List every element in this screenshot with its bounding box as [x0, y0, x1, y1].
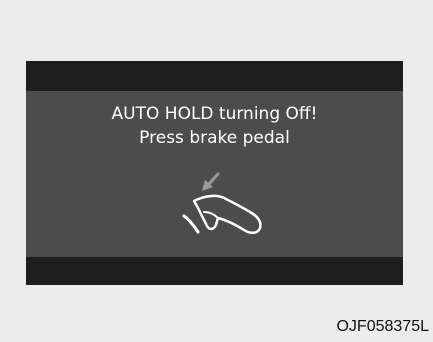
- cluster-display: AUTO HOLD turning Off! Press brake pedal: [26, 61, 403, 285]
- warning-message-line1: AUTO HOLD turning Off!: [111, 104, 318, 124]
- display-top-band: [26, 61, 403, 91]
- brake-pedal-press-icon: [182, 172, 262, 234]
- press-arrow-icon: [202, 172, 220, 191]
- warning-message: AUTO HOLD turning Off! Press brake pedal: [26, 102, 403, 150]
- display-bottom-band: [26, 257, 403, 285]
- figure-code: OJF058375L: [336, 318, 429, 335]
- warning-message-line2: Press brake pedal: [139, 128, 290, 148]
